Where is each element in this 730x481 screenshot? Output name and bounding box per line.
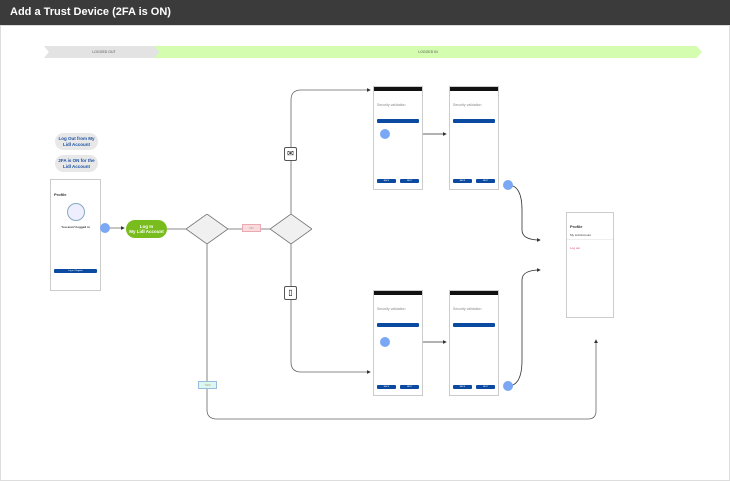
- validation-screen-email: Security validation BACK NEXT: [373, 86, 423, 190]
- no-label: NO: [242, 224, 261, 232]
- mobile-phone-icon: ▯: [284, 286, 297, 300]
- next-button[interactable]: NEXT: [476, 179, 495, 183]
- back-button[interactable]: BACK: [377, 179, 396, 183]
- note-log-out: Log Out from My Lidl Account: [55, 133, 98, 150]
- screen-title: Security validation: [453, 307, 482, 311]
- hotspot[interactable]: [100, 223, 110, 233]
- next-button[interactable]: NEXT: [476, 385, 495, 389]
- connectors: [105, 88, 598, 420]
- my-account-item[interactable]: My Lidl Account: [567, 231, 613, 240]
- back-button[interactable]: BACK: [453, 179, 472, 183]
- next-button[interactable]: NEXT: [400, 385, 419, 389]
- start-profile-screen: Profile You aren't logged in Log in / Re…: [50, 179, 101, 291]
- logout-item[interactable]: Log out: [567, 244, 613, 252]
- decision-diamond: [270, 214, 312, 244]
- hotspot[interactable]: [503, 381, 513, 391]
- validation-screen-email-checked: Security validation BACK NEXT: [449, 86, 499, 190]
- decision-diamond: [186, 214, 228, 244]
- screen-title: Security validation: [377, 307, 406, 311]
- yes-label: YES: [198, 381, 217, 389]
- screen-title: Profile: [570, 224, 583, 229]
- note-2fa-on: 2FA is ON for the Lidl Account: [55, 155, 98, 172]
- back-button[interactable]: BACK: [377, 385, 396, 389]
- screen-title: Security validation: [453, 103, 482, 107]
- next-button[interactable]: NEXT: [400, 179, 419, 183]
- login-register-button[interactable]: Log in / Register: [54, 269, 97, 273]
- hotspot[interactable]: [380, 337, 390, 347]
- hotspot[interactable]: [503, 180, 513, 190]
- hotspot[interactable]: [380, 129, 390, 139]
- not-logged-heading: You aren't logged in: [61, 225, 90, 229]
- screen-title: Security validation: [377, 103, 406, 107]
- login-step: Log In My Lidl Account: [126, 220, 167, 238]
- validation-screen-sms-checked: Security validation BACK NEXT: [449, 290, 499, 396]
- back-button[interactable]: BACK: [453, 385, 472, 389]
- avatar-illustration: [66, 203, 85, 221]
- end-profile-screen: Profile My Lidl Account Log out: [566, 212, 614, 318]
- screen-title: Profile: [54, 192, 67, 197]
- mail-icon: ✉: [284, 147, 297, 161]
